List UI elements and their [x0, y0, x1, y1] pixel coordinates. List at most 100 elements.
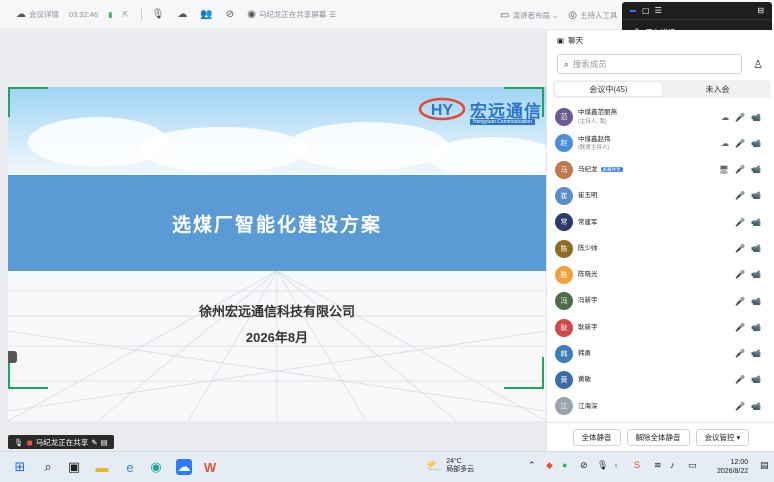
host-tools-menu[interactable]: ◎ 主持人工具: [568, 10, 617, 21]
camera-off-icon[interactable]: 📹: [751, 191, 761, 200]
member-row[interactable]: 范中煤鑫范丽燕 (主持人, 我) ☁ 🎤 📹: [547, 104, 774, 130]
menu-icon[interactable]: ☰: [329, 10, 336, 19]
camera-off-icon[interactable]: 📹: [751, 244, 761, 253]
sogou-ime-icon[interactable]: S: [634, 460, 640, 470]
mute-all-button[interactable]: 全体静音: [572, 428, 621, 446]
camera-off-icon[interactable]: 📹: [751, 375, 761, 384]
collapse-icon[interactable]: ⊟: [757, 6, 764, 15]
mic-muted-icon[interactable]: 🎤: [735, 323, 745, 332]
camera-off-icon[interactable]: 📹: [751, 270, 761, 279]
members-icon[interactable]: 👥: [200, 9, 215, 20]
avatar: 赵: [555, 134, 573, 153]
clock[interactable]: 12:00 2026/8/22: [717, 458, 748, 476]
camera-off-icon[interactable]: 📹: [751, 349, 761, 358]
task-view-icon[interactable]: ▣: [66, 459, 82, 475]
presentation-slide: HY 宏远通信 Hongyuan Communication 选煤厂智能化建设方…: [8, 87, 546, 421]
member-role: (主持人, 我): [578, 118, 607, 125]
wechat-tray-icon[interactable]: ●: [562, 460, 567, 470]
mic-icon[interactable]: 🎤: [735, 191, 745, 200]
member-name-label: 陈少帅: [578, 244, 598, 252]
window-icon[interactable]: ▢: [642, 6, 650, 15]
member-row[interactable]: 耿耿新宇 🎤 📹: [547, 314, 774, 340]
mic-muted-icon[interactable]: 🎤: [735, 218, 745, 227]
meeting-info[interactable]: ☁ 会议详情: [16, 9, 59, 20]
search-icon[interactable]: ⌕: [40, 459, 56, 475]
mic-muted-icon[interactable]: 🎤: [735, 349, 745, 358]
meeting-control-button[interactable]: 会议管控 ▾: [695, 428, 750, 446]
network-tray-icon[interactable]: ⊘: [580, 460, 588, 471]
sharing-status-bar[interactable]: 🎙 ◼ 马纪龙正在共享 ✎ ▤: [8, 435, 114, 449]
camera-off-icon[interactable]: 📹: [751, 113, 761, 122]
slide-company: 徐州宏远通信科技有限公司: [198, 304, 355, 319]
invite-member-icon[interactable]: ♙: [749, 54, 767, 74]
pen-icon[interactable]: ✎: [91, 438, 97, 447]
volume-icon[interactable]: ♪: [670, 460, 675, 470]
screen-share-badge: 屏幕共享: [600, 166, 623, 172]
member-name-label: 韩勇: [578, 350, 591, 358]
mic-icon[interactable]: 🎤: [735, 165, 745, 174]
meeting-app-icon[interactable]: ☁: [176, 459, 192, 475]
shared-screen-area[interactable]: 马纪龙正在共享屏幕 ● ◼ ◐ ● ━ ▢ ☰ 正在讲话:: [0, 31, 546, 451]
stop-video-icon[interactable]: ⊘: [226, 9, 237, 20]
camera-off-icon[interactable]: 📹: [751, 165, 761, 174]
member-row[interactable]: 冯冯新宇 🎤 📹: [547, 288, 774, 314]
unmute-all-button[interactable]: 解除全体静音: [626, 428, 690, 446]
member-row[interactable]: 常常建军 🎤 📹: [547, 209, 774, 235]
member-row[interactable]: 赵中煤鑫赵伟 (联席主持人) ☁ 🎤 📹: [547, 130, 774, 156]
member-search-input[interactable]: ⌕ 搜索成员: [557, 54, 742, 74]
mic-muted-icon[interactable]: 🎤: [735, 402, 745, 411]
title-banner: 选煤厂智能化建设方案: [8, 175, 546, 271]
document-icon[interactable]: ▤: [101, 438, 108, 447]
cloud-record-icon[interactable]: ☁: [177, 9, 190, 20]
tray-app-icon[interactable]: ◆: [546, 460, 553, 471]
mic-muted-icon[interactable]: 🎤: [735, 297, 745, 306]
member-row[interactable]: 崔崔玉明 🎤 📹: [547, 183, 774, 209]
chevron-up-icon[interactable]: ⌃: [528, 460, 536, 471]
mic-muted-icon[interactable]: 🎤: [735, 244, 745, 253]
mic-muted-icon[interactable]: 🎤: [735, 270, 745, 279]
member-row[interactable]: 陈陈晓光 🎤 📹: [547, 262, 774, 288]
wps-office-icon[interactable]: W: [202, 459, 218, 475]
layout-label: 演讲者布局: [512, 10, 550, 20]
member-status-icons: 🎤 📹: [735, 209, 761, 235]
toolbar-divider: [140, 8, 142, 21]
minimize-icon[interactable]: [630, 9, 636, 12]
battery-icon[interactable]: ▭: [688, 460, 697, 471]
member-row[interactable]: 黄黄敏 🎤 📹: [547, 367, 774, 393]
list-icon[interactable]: ☰: [655, 6, 662, 15]
svg-text:HY: HY: [431, 102, 454, 119]
cloud-icon[interactable]: ☁: [721, 113, 729, 122]
speaker-tray-icon[interactable]: ◐: [614, 460, 619, 470]
mic-muted-icon[interactable]: 🎤: [735, 113, 745, 122]
cloud-icon[interactable]: ☁: [721, 139, 729, 148]
microphone-tray-icon[interactable]: 🎙: [597, 460, 608, 471]
screen-share-icon[interactable]: 🖥: [719, 165, 729, 174]
member-row[interactable]: 陈陈少帅 🎤 📹: [547, 235, 774, 261]
file-explorer-icon[interactable]: ▬: [94, 459, 110, 475]
camera-off-icon[interactable]: 📹: [751, 218, 761, 227]
edge-browser-icon[interactable]: e: [122, 459, 138, 475]
expand-icon[interactable]: ⇱: [122, 10, 128, 19]
wifi-icon[interactable]: ≋: [654, 460, 662, 471]
side-collapse-tab[interactable]: [8, 351, 17, 363]
start-windows-icon[interactable]: ⊞: [12, 459, 28, 475]
avatar: 范: [555, 108, 573, 127]
screen-share-notice-label: 马纪龙正在共享屏幕: [258, 10, 327, 19]
camera-off-icon[interactable]: 📹: [751, 323, 761, 332]
member-row[interactable]: 韩韩勇 🎤 📹: [547, 341, 774, 367]
mic-muted-icon[interactable]: 🎤: [735, 375, 745, 384]
avatar: 耿: [555, 318, 573, 337]
camera-off-icon[interactable]: 📹: [751, 139, 761, 148]
tab-not-joined[interactable]: 未入会: [664, 80, 771, 98]
mute-mic-icon[interactable]: 🎙: [152, 9, 168, 20]
layout-menu[interactable]: ▭ 演讲者布局 ⌄: [500, 10, 558, 21]
tab-in-meeting[interactable]: 会议中(45): [555, 82, 662, 96]
camera-off-icon[interactable]: 📹: [751, 297, 761, 306]
member-row[interactable]: 江江海深 🎤 📹: [547, 393, 774, 419]
notification-icon[interactable]: ▤: [760, 460, 769, 471]
camera-off-icon[interactable]: 📹: [751, 402, 761, 411]
member-row[interactable]: 马马纪龙 屏幕共享 🖥 🎤 📹: [547, 157, 774, 183]
weather-widget[interactable]: ⛅ 24°C 局部多云: [426, 458, 474, 475]
mic-muted-icon[interactable]: 🎤: [735, 139, 745, 148]
chrome-browser-icon[interactable]: ◉: [148, 459, 164, 475]
